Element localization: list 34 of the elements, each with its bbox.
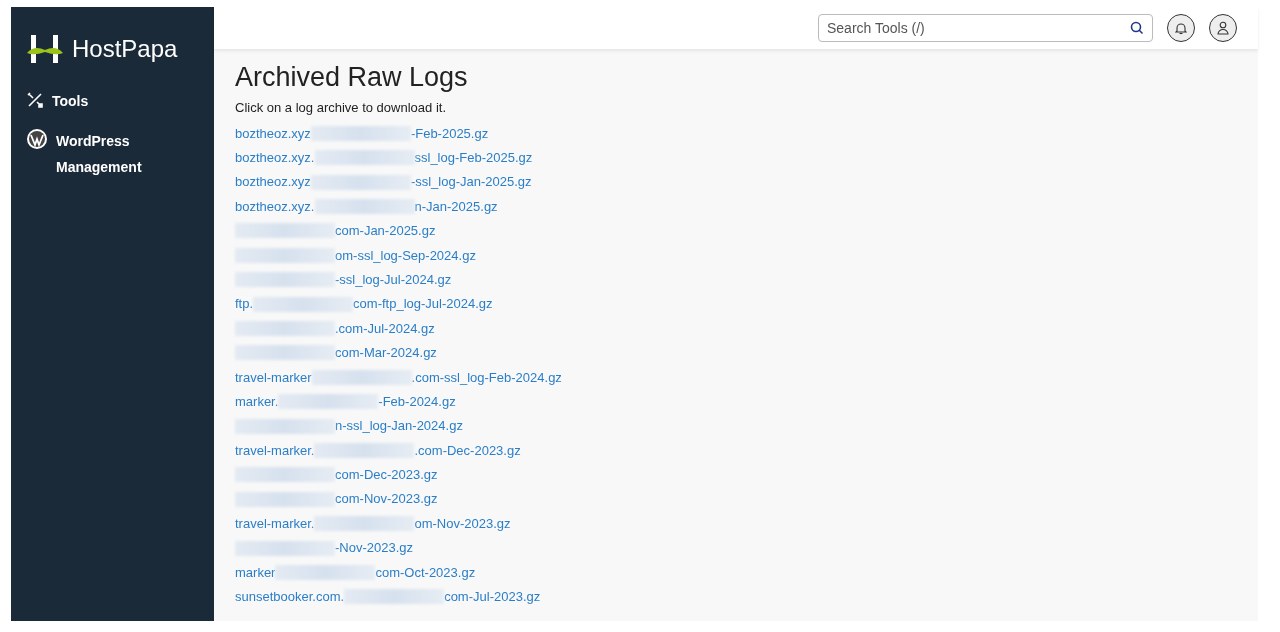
- log-link[interactable]: boztheoz.xyz -Feb-2025.gz: [235, 121, 489, 146]
- search-field[interactable]: Search Tools (/): [818, 14, 1153, 43]
- bell-icon: [1175, 21, 1187, 35]
- log-link[interactable]: om-ssl_log-Sep-2024.gz: [235, 243, 476, 268]
- log-link[interactable]: -Nov-2023.gz: [235, 535, 414, 561]
- log-link[interactable]: com-Jan-2025.gz: [235, 218, 436, 244]
- log-link[interactable]: .com-Jul-2024.gz: [235, 316, 435, 341]
- log-link[interactable]: n-ssl_log-Jan-2024.gz: [235, 413, 463, 439]
- page-title: Archived Raw Logs: [235, 61, 469, 94]
- log-link[interactable]: travel-marker .com-ssl_log-Feb-2024.gz: [235, 365, 562, 390]
- brand-name: HostPapa: [72, 34, 178, 64]
- log-link[interactable]: travel-marker. om-Nov-2023.gz: [235, 511, 511, 536]
- log-link[interactable]: boztheoz.xyz. n-Jan-2025.gz: [235, 194, 498, 219]
- search-icon: [1130, 21, 1144, 36]
- sidebar-item[interactable]: Tools: [26, 91, 199, 112]
- sidebar-item[interactable]: WordPress Management: [26, 128, 199, 180]
- log-link[interactable]: sunsetbooker.com. com-Jul-2023.gz: [235, 584, 541, 609]
- user-icon: [1217, 21, 1229, 36]
- log-link[interactable]: boztheoz.xyz. ssl_log-Feb-2025.gz: [235, 145, 533, 170]
- log-link[interactable]: com-Nov-2023.gz: [235, 487, 438, 512]
- logo-icon: [26, 33, 64, 65]
- log-link[interactable]: travel-marker. .com-Dec-2023.gz: [235, 438, 521, 463]
- log-link[interactable]: boztheoz.xyz -ssl_log-Jan-2025.gz: [235, 169, 532, 195]
- log-link[interactable]: ftp. com-ftp_log-Jul-2024.gz: [235, 291, 493, 317]
- notifications-button[interactable]: [1167, 14, 1195, 43]
- log-link[interactable]: com-Mar-2024.gz: [235, 340, 437, 366]
- tools-icon: [26, 91, 44, 109]
- log-link[interactable]: marker. -Feb-2024.gz: [235, 389, 456, 414]
- instruction-text: Click on a log archive to download it.: [235, 98, 447, 117]
- log-link[interactable]: -ssl_log-Jul-2024.gz: [235, 267, 452, 292]
- log-link[interactable]: marker com-Oct-2023.gz: [235, 560, 476, 585]
- wordpress-icon: [26, 128, 48, 150]
- log-link[interactable]: com-Dec-2023.gz: [235, 462, 438, 488]
- account-button[interactable]: [1209, 14, 1237, 43]
